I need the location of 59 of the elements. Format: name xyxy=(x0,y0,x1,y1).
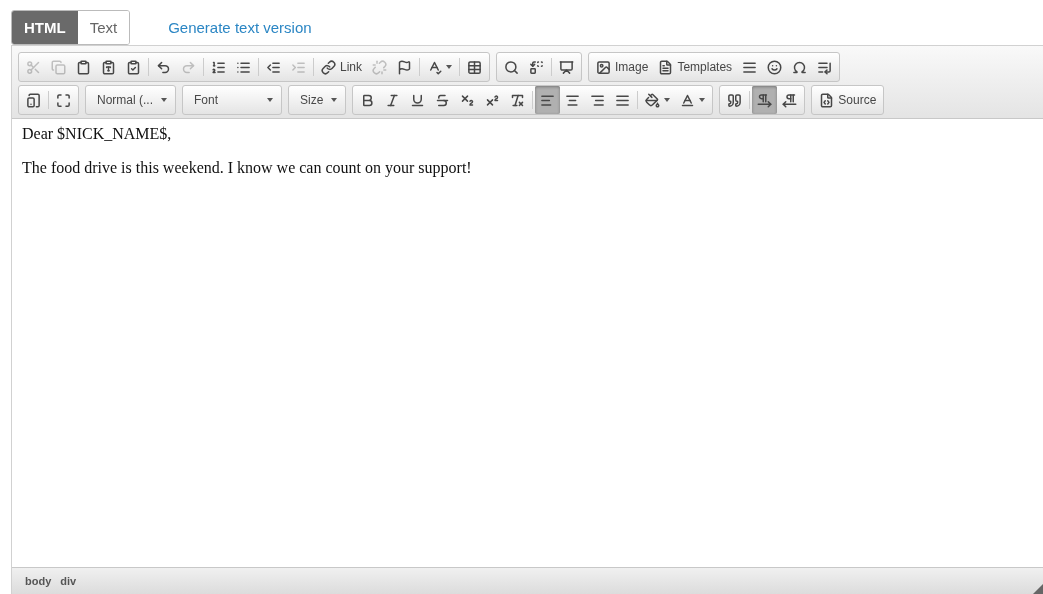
justify-icon xyxy=(615,92,631,108)
caret-icon xyxy=(267,98,273,102)
paragraph: Dear $NICK_NAME$, xyxy=(22,125,173,143)
toolbar-icon-button[interactable] xyxy=(752,86,778,114)
link-icon xyxy=(321,59,336,75)
table-icon xyxy=(467,59,482,75)
numbered-list-icon xyxy=(211,59,226,75)
paste-word-icon xyxy=(126,59,141,75)
toolbar-dropdown[interactable]: Font xyxy=(182,85,282,115)
subscript-icon xyxy=(460,92,476,108)
bold-icon xyxy=(360,92,376,108)
align-right-icon xyxy=(590,92,606,108)
copy-icon xyxy=(51,59,66,75)
cut-icon xyxy=(26,59,41,75)
flag-icon xyxy=(397,59,412,75)
maximize-icon xyxy=(56,92,71,108)
blockquote-icon xyxy=(727,92,743,108)
caret-icon xyxy=(331,98,338,102)
toolbar-dropdown[interactable]: Size xyxy=(288,85,347,115)
redo-icon xyxy=(181,59,196,75)
caret-icon xyxy=(161,98,167,102)
remove-format-icon xyxy=(510,92,526,108)
toolbar-icon-button[interactable] xyxy=(535,86,561,114)
paragraph: The food drive is this weekend. I know we can count on your support! xyxy=(22,159,473,177)
paste-icon xyxy=(76,59,91,75)
underline-icon xyxy=(410,92,426,108)
toolbar-dropdown[interactable]: Normal (... xyxy=(85,85,176,115)
paste-text-icon xyxy=(101,59,116,75)
horizontal-lines-icon xyxy=(742,59,758,75)
left-to-right-icon xyxy=(757,92,773,108)
element-path-link[interactable]: div xyxy=(60,575,77,587)
italic-icon xyxy=(385,92,401,108)
toolbar-button[interactable]: Templates xyxy=(653,53,738,81)
align-left-icon xyxy=(540,92,556,108)
strikethrough-icon xyxy=(435,92,451,108)
unlink-icon xyxy=(372,59,387,75)
toolbar-button[interactable]: Image xyxy=(591,53,654,81)
text-color-icon xyxy=(680,92,696,108)
toolbar-button[interactable]: Source xyxy=(814,86,882,114)
search-icon xyxy=(504,59,519,75)
mode-tab[interactable]: HTML xyxy=(12,11,78,44)
right-to-left-icon xyxy=(782,92,798,108)
toolbar-button[interactable]: Link xyxy=(316,53,367,81)
background-color-icon xyxy=(645,92,661,108)
element-path-link[interactable]: body xyxy=(25,575,52,587)
bulleted-list-icon xyxy=(236,59,251,75)
omega-icon xyxy=(792,59,808,75)
document-icon xyxy=(658,59,674,75)
resize-handle-icon[interactable] xyxy=(1033,584,1043,594)
superscript-icon xyxy=(485,92,501,108)
image-icon xyxy=(596,59,611,75)
source-icon xyxy=(819,92,835,108)
smiley-icon xyxy=(767,59,783,75)
indent-icon xyxy=(291,59,306,75)
align-center-icon xyxy=(565,92,581,108)
generate-text-link[interactable]: Generate text version xyxy=(168,19,312,36)
outdent-icon xyxy=(266,59,281,75)
undo-icon xyxy=(156,59,171,75)
spellcheck-icon xyxy=(427,59,442,75)
